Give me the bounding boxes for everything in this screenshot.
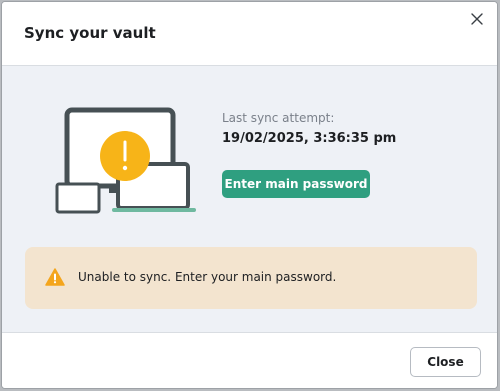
last-sync-timestamp: 19/02/2025, 3:36:35 pm bbox=[222, 131, 397, 146]
dialog-header: Sync your vault bbox=[2, 2, 497, 66]
close-button[interactable]: Close bbox=[410, 347, 481, 377]
sync-vault-dialog: Sync your vault Last sync attempt: 19/02… bbox=[1, 1, 498, 389]
warning-triangle-icon bbox=[45, 268, 65, 286]
dialog-footer: Close bbox=[2, 332, 497, 388]
dialog-body: Last sync attempt: 19/02/2025, 3:36:35 p… bbox=[2, 66, 497, 332]
enter-main-password-button[interactable]: Enter main password bbox=[222, 170, 370, 198]
warning-message: Unable to sync. Enter your main password… bbox=[78, 270, 337, 284]
devices-warning-illustration bbox=[55, 107, 196, 214]
last-sync-label: Last sync attempt: bbox=[222, 111, 335, 125]
dialog-title: Sync your vault bbox=[24, 24, 156, 42]
warning-banner: Unable to sync. Enter your main password… bbox=[25, 247, 477, 309]
close-icon[interactable] bbox=[467, 9, 487, 29]
